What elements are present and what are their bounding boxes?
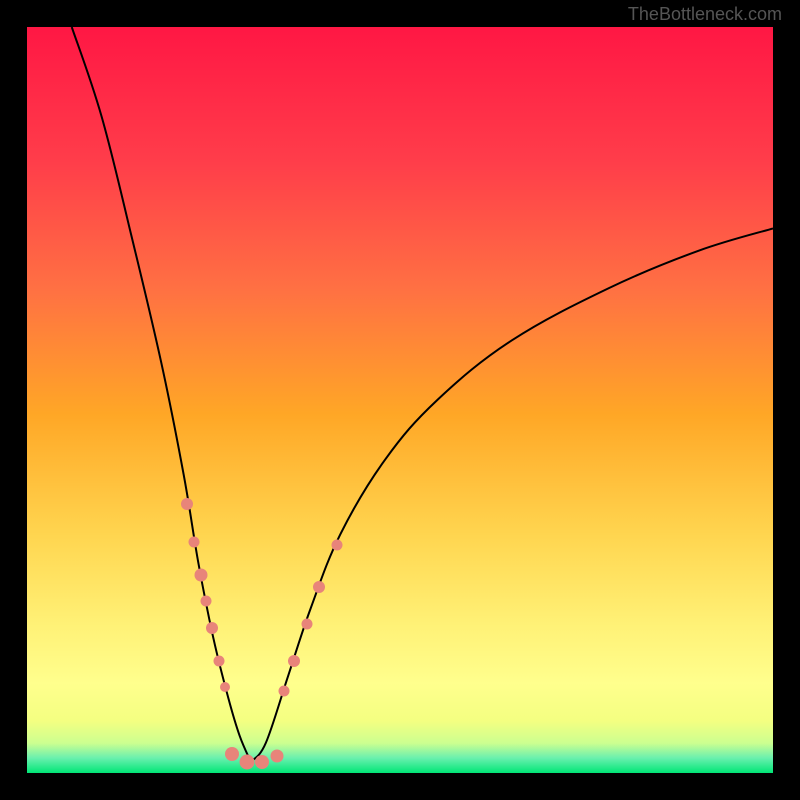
point-left-2 [194,569,207,582]
chart-container [27,27,773,773]
point-left-6 [220,682,230,692]
point-right-1 [288,655,300,667]
point-left-0 [181,498,193,510]
point-bottom-3 [270,749,283,762]
point-left-1 [189,536,200,547]
point-bottom-1 [240,754,255,769]
point-right-0 [279,685,290,696]
point-right-3 [313,581,325,593]
point-right-4 [331,540,342,551]
point-bottom-2 [255,755,269,769]
point-left-5 [214,656,225,667]
point-bottom-0 [225,747,239,761]
point-left-3 [201,596,212,607]
data-points-layer [27,27,773,773]
point-right-2 [301,618,312,629]
watermark-text: TheBottleneck.com [628,4,782,25]
point-left-4 [206,622,218,634]
